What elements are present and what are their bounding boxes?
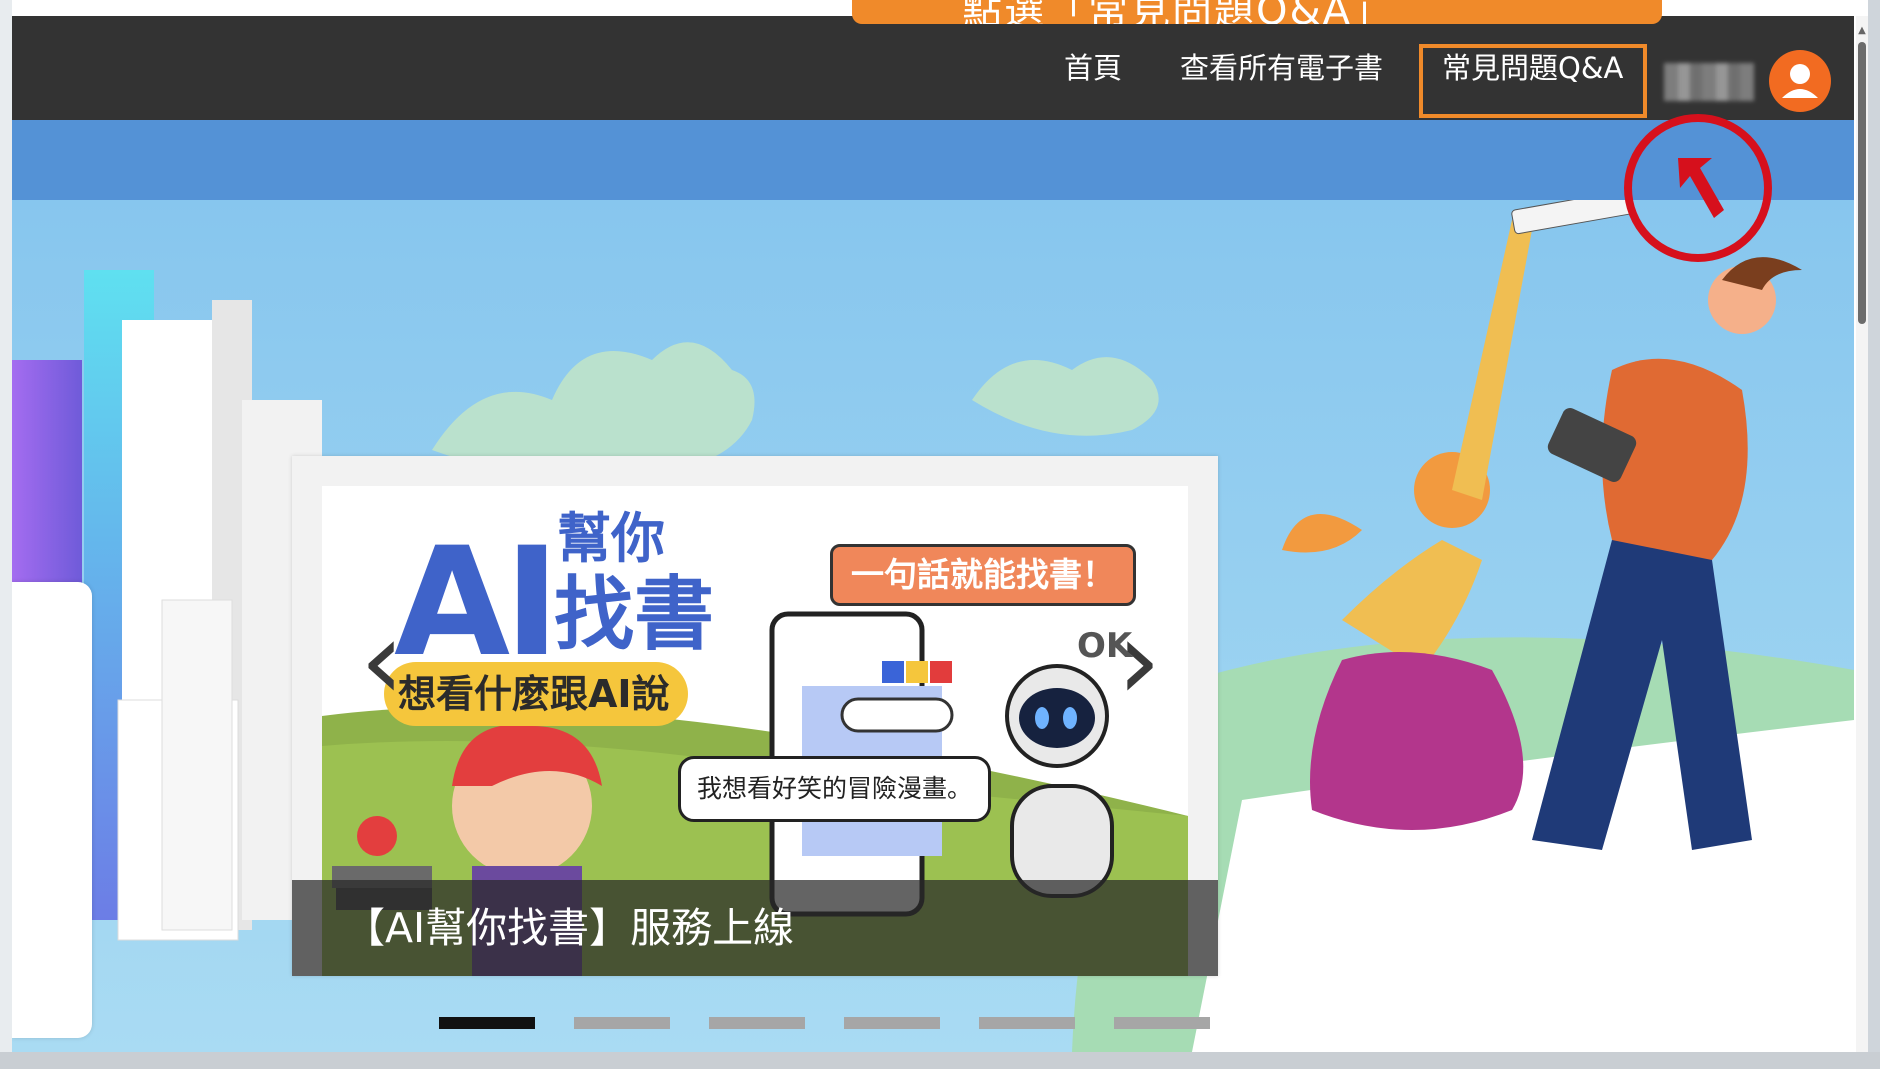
banner-one-sentence: 一句話就能找書！ xyxy=(830,544,1136,606)
user-avatar-icon[interactable] xyxy=(1769,50,1831,112)
browser-viewport: 首頁 查看所有電子書 常見問題Q&A 點選「常見問題Q&A」 AI 幫你 找書 … xyxy=(12,0,1868,1052)
top-navigation-bar: 首頁 查看所有電子書 常見問題Q&A xyxy=(12,16,1854,120)
slide-caption[interactable]: 【AI幫你找書】服務上線 xyxy=(344,894,794,954)
chevron-right-icon[interactable]: › xyxy=(1109,605,1169,715)
banner-find-text: 找書 xyxy=(554,568,714,661)
banner-tagline: 想看什麼跟AI說 xyxy=(384,662,688,726)
window-edge xyxy=(0,0,12,1069)
previous-slide-card[interactable] xyxy=(12,582,92,1038)
hint-banner-text: 點選「常見問題Q&A」 xyxy=(962,0,1395,24)
carousel-dot[interactable] xyxy=(844,1017,940,1029)
bottom-edge xyxy=(0,1052,1880,1069)
arrow-pointer-icon xyxy=(1678,158,1724,218)
nav-link-all-ebooks[interactable]: 查看所有電子書 xyxy=(1180,16,1383,120)
vertical-scrollbar[interactable]: ▲ xyxy=(1856,16,1868,1052)
scrollbar-thumb[interactable] xyxy=(1858,42,1866,324)
banner-speech-bubble: 我想看好笑的冒險漫畫。 xyxy=(678,756,992,822)
carousel-dot[interactable] xyxy=(439,1017,535,1029)
carousel-dot[interactable] xyxy=(1114,1017,1210,1029)
carousel-dot[interactable] xyxy=(709,1017,805,1029)
username-blurred[interactable] xyxy=(1664,63,1754,101)
scroll-up-arrow[interactable]: ▲ xyxy=(1856,24,1868,38)
chevron-left-icon[interactable]: ‹ xyxy=(352,605,412,715)
nav-link-faq[interactable]: 常見問題Q&A xyxy=(1442,16,1623,120)
carousel-dot[interactable] xyxy=(979,1017,1075,1029)
carousel-dot[interactable] xyxy=(574,1017,670,1029)
hint-banner: 點選「常見問題Q&A」 xyxy=(852,0,1662,24)
hero-top-strip xyxy=(12,120,1854,200)
nav-link-home[interactable]: 首頁 xyxy=(1064,16,1122,120)
annotation-circle xyxy=(1624,114,1772,262)
